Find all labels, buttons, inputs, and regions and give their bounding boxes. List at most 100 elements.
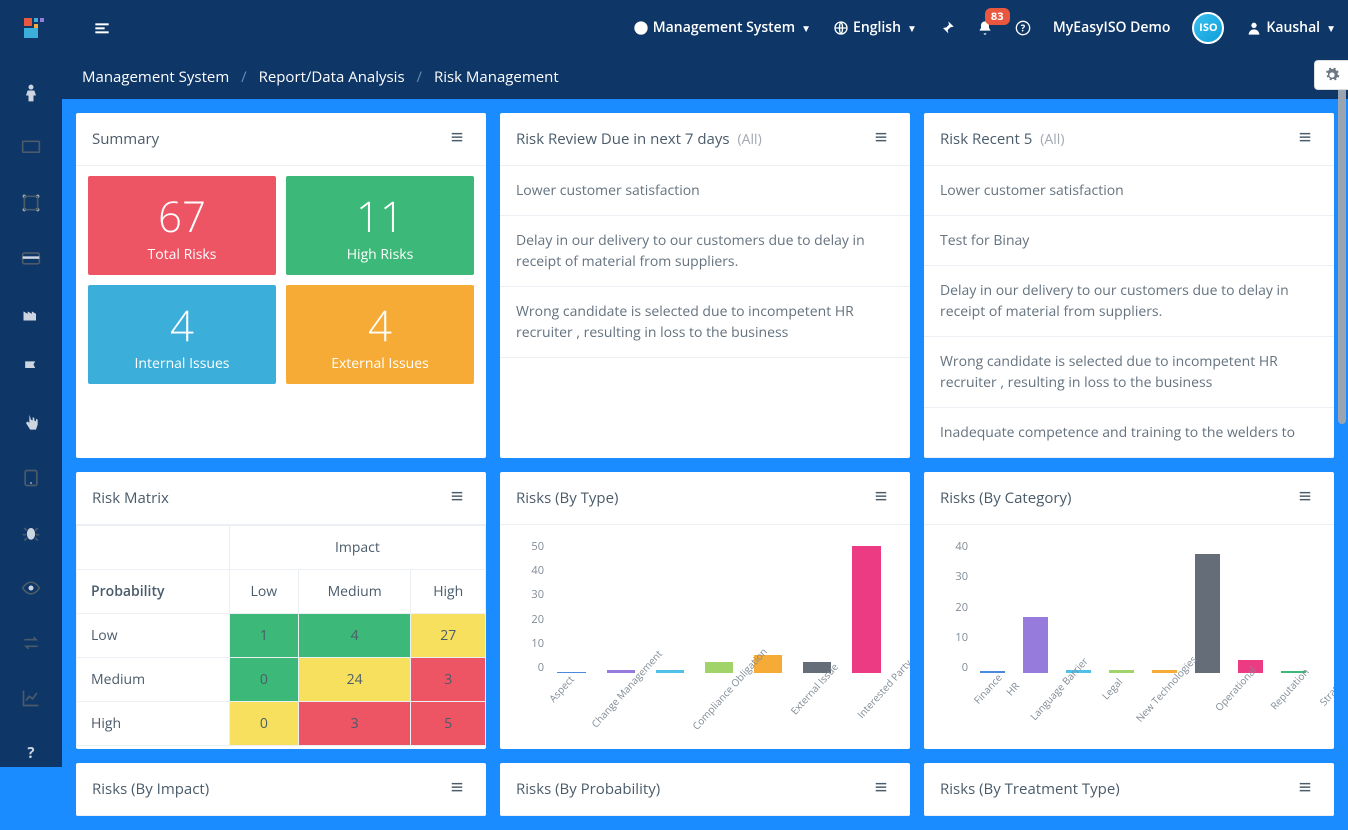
user-icon bbox=[1246, 20, 1262, 36]
tablet-icon bbox=[21, 468, 41, 488]
matrix-cell[interactable]: 4 bbox=[298, 614, 411, 658]
chart-bar[interactable] bbox=[1195, 554, 1220, 673]
pin-icon[interactable] bbox=[939, 20, 955, 36]
management-system-dropdown[interactable]: Management System ▼ bbox=[633, 18, 811, 37]
stat-high-risks[interactable]: 11 High Risks bbox=[286, 176, 474, 275]
stat-label: Internal Issues bbox=[135, 354, 230, 373]
panel-menu-button[interactable] bbox=[1292, 777, 1318, 801]
panel-subtitle[interactable]: (All) bbox=[1040, 130, 1064, 149]
panel-title: Risks (By Type) bbox=[516, 488, 618, 508]
stat-value: 4 bbox=[368, 297, 392, 354]
question-icon: ? bbox=[21, 743, 41, 763]
bars-icon bbox=[1296, 489, 1314, 503]
panel-title: Summary bbox=[92, 129, 159, 149]
caret-down-icon: ▼ bbox=[801, 21, 811, 35]
panel-title: Risk Review Due in next 7 days bbox=[516, 129, 730, 149]
person-icon bbox=[21, 83, 41, 103]
stat-total-risks[interactable]: 67 Total Risks bbox=[88, 176, 276, 275]
settings-tab[interactable] bbox=[1314, 60, 1348, 90]
list-item[interactable]: Delay in our delivery to our customers d… bbox=[924, 266, 1334, 337]
panel-menu-button[interactable] bbox=[1292, 486, 1318, 510]
list-item[interactable]: Wrong candidate is selected due to incom… bbox=[500, 287, 910, 358]
panel-menu-button[interactable] bbox=[868, 127, 894, 151]
panel-subtitle[interactable]: (All) bbox=[738, 130, 762, 149]
bars-icon bbox=[448, 489, 466, 503]
list-item[interactable]: Delay in our delivery to our customers d… bbox=[500, 216, 910, 287]
question-icon: ? bbox=[1015, 20, 1031, 36]
sidebar-item-chart[interactable] bbox=[0, 670, 62, 725]
breadcrumb-item-1[interactable]: Management System bbox=[82, 67, 229, 87]
notifications-button[interactable]: 83 bbox=[977, 20, 993, 36]
panel-title: Risk Recent 5 bbox=[940, 129, 1032, 149]
matrix-cell[interactable]: 5 bbox=[411, 702, 486, 746]
language-label: English bbox=[853, 18, 901, 37]
risk-review-list: Lower customer satisfactionDelay in our … bbox=[500, 166, 910, 358]
sidebar-item-monitor[interactable] bbox=[0, 120, 62, 175]
help-button[interactable]: ? bbox=[1015, 20, 1031, 36]
stat-label: External Issues bbox=[331, 354, 429, 373]
matrix-cell[interactable]: 24 bbox=[298, 658, 411, 702]
matrix-cell[interactable]: 3 bbox=[411, 658, 486, 702]
sidebar-toggle-icon[interactable] bbox=[94, 20, 110, 36]
breadcrumb-item-2[interactable]: Report/Data Analysis bbox=[259, 67, 405, 87]
chart-bar[interactable] bbox=[1023, 617, 1048, 673]
scrollbar-thumb[interactable] bbox=[1338, 64, 1346, 424]
language-dropdown[interactable]: English ▼ bbox=[833, 18, 917, 37]
bars-icon bbox=[1296, 130, 1314, 144]
matrix-cell[interactable]: 0 bbox=[229, 658, 298, 702]
panel-menu-button[interactable] bbox=[444, 127, 470, 151]
card-icon bbox=[21, 248, 41, 268]
monitor-icon bbox=[21, 138, 41, 158]
stat-internal-issues[interactable]: 4 Internal Issues bbox=[88, 285, 276, 384]
sidebar-item-pointer[interactable] bbox=[0, 395, 62, 450]
panel-menu-button[interactable] bbox=[868, 777, 894, 801]
matrix-cell[interactable]: 0 bbox=[229, 702, 298, 746]
panel-risks-by-type: Risks (By Type) 50403020100AspectChange … bbox=[500, 472, 910, 749]
sidebar: ? bbox=[0, 55, 62, 767]
panel-menu-button[interactable] bbox=[868, 486, 894, 510]
list-item[interactable]: Lower customer satisfaction bbox=[500, 166, 910, 216]
scrollbar-track bbox=[1338, 58, 1346, 765]
stat-value: 11 bbox=[356, 188, 404, 245]
sidebar-item-card[interactable] bbox=[0, 230, 62, 285]
panel-menu-button[interactable] bbox=[444, 486, 470, 510]
chart-bar[interactable] bbox=[852, 546, 880, 673]
sidebar-item-transfer[interactable] bbox=[0, 615, 62, 670]
sidebar-item-eye[interactable] bbox=[0, 560, 62, 615]
dashboard-grid: Summary 67 Total Risks 11 High Risks 4 I… bbox=[62, 99, 1348, 830]
matrix-cell[interactable]: 3 bbox=[298, 702, 411, 746]
caret-down-icon: ▼ bbox=[1326, 21, 1336, 35]
sidebar-item-tablet[interactable] bbox=[0, 450, 62, 505]
sidebar-item-human[interactable] bbox=[0, 65, 62, 120]
brand-label[interactable]: MyEasyISO Demo bbox=[1053, 18, 1171, 37]
stat-external-issues[interactable]: 4 External Issues bbox=[286, 285, 474, 384]
chart-bar[interactable] bbox=[705, 662, 733, 673]
nodes-icon bbox=[21, 193, 41, 213]
summary-grid: 67 Total Risks 11 High Risks 4 Internal … bbox=[76, 166, 486, 396]
list-item[interactable]: Wrong candidate is selected due to incom… bbox=[924, 337, 1334, 408]
sidebar-item-industry[interactable] bbox=[0, 285, 62, 340]
list-item[interactable]: Test for Binay bbox=[924, 216, 1334, 266]
chart-line-icon bbox=[21, 688, 41, 708]
chart-risks-by-category: 403020100FinanceHRLanguage BarrierLegalN… bbox=[940, 535, 1318, 735]
matrix-cell[interactable]: 1 bbox=[229, 614, 298, 658]
panel-menu-button[interactable] bbox=[444, 777, 470, 801]
factory-icon bbox=[21, 303, 41, 323]
panel-risks-by-treatment: Risks (By Treatment Type) bbox=[924, 763, 1334, 816]
sidebar-item-structure[interactable] bbox=[0, 175, 62, 230]
breadcrumb-item-3[interactable]: Risk Management bbox=[434, 67, 559, 87]
management-system-label: Management System bbox=[653, 18, 795, 37]
panel-summary: Summary 67 Total Risks 11 High Risks 4 I… bbox=[76, 113, 486, 458]
content-area: Management System / Report/Data Analysis… bbox=[62, 55, 1348, 830]
sidebar-item-bug[interactable] bbox=[0, 505, 62, 560]
sidebar-item-flag[interactable] bbox=[0, 340, 62, 395]
risk-recent-list: Lower customer satisfactionTest for Bina… bbox=[924, 166, 1334, 458]
avatar[interactable]: ISO bbox=[1192, 12, 1224, 44]
matrix-cell[interactable]: 27 bbox=[411, 614, 486, 658]
list-item[interactable]: Lower customer satisfaction bbox=[924, 166, 1334, 216]
logo[interactable] bbox=[12, 9, 56, 47]
list-item[interactable]: Inadequate competence and training to th… bbox=[924, 408, 1334, 458]
panel-menu-button[interactable] bbox=[1292, 127, 1318, 151]
user-dropdown[interactable]: Kaushal ▼ bbox=[1246, 18, 1336, 37]
panel-title: Risk Matrix bbox=[92, 488, 169, 508]
